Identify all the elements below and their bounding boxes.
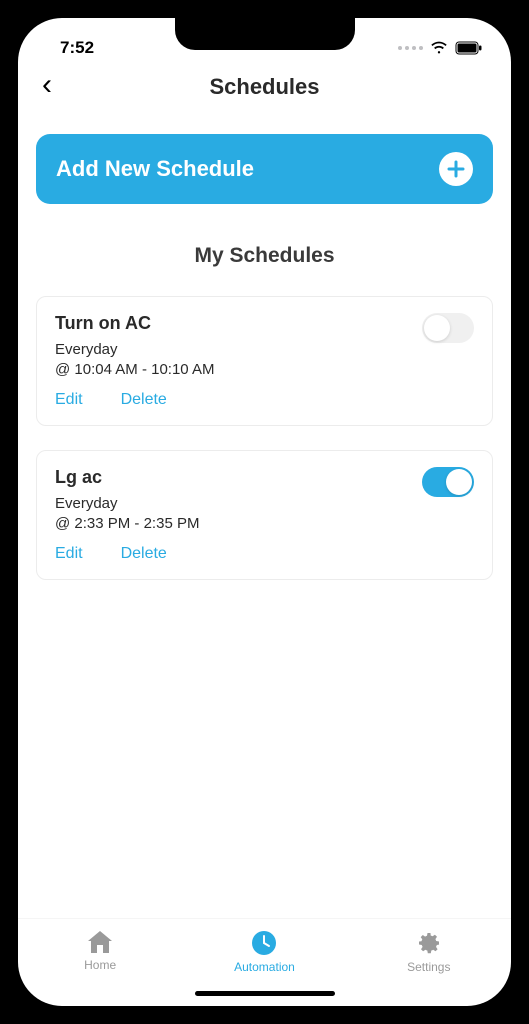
volume-down (0, 345, 2, 415)
status-icons (398, 41, 483, 55)
schedule-time: @ 10:04 AM - 10:10 AM (55, 360, 214, 380)
content-area: Add New Schedule My Schedules Turn on AC… (18, 118, 511, 918)
edit-button[interactable]: Edit (55, 545, 83, 563)
toggle-knob (424, 315, 450, 341)
delete-button[interactable]: Delete (121, 545, 167, 563)
screen: 7:52 ‹ Schedules A (18, 18, 511, 1006)
schedule-card: Turn on AC Everyday @ 10:04 AM - 10:10 A… (36, 296, 493, 426)
tab-label: Automation (234, 960, 295, 974)
schedule-repeat: Everyday (55, 494, 199, 514)
plus-icon (439, 152, 473, 186)
edit-button[interactable]: Edit (55, 391, 83, 409)
add-new-schedule-button[interactable]: Add New Schedule (36, 134, 493, 204)
tab-label: Settings (407, 960, 450, 974)
tab-automation[interactable]: Automation (219, 929, 309, 974)
tab-home[interactable]: Home (55, 929, 145, 972)
section-title: My Schedules (36, 244, 493, 268)
nav-bar: ‹ Schedules (18, 68, 511, 118)
toggle-knob (446, 469, 472, 495)
status-time: 7:52 (60, 38, 94, 58)
tab-settings[interactable]: Settings (384, 929, 474, 974)
schedule-toggle[interactable] (422, 313, 474, 343)
delete-button[interactable]: Delete (121, 391, 167, 409)
schedule-card: Lg ac Everyday @ 2:33 PM - 2:35 PM Edit … (36, 450, 493, 580)
cellular-icon (398, 46, 423, 50)
add-schedule-label: Add New Schedule (56, 156, 254, 182)
gear-icon (415, 929, 443, 957)
schedule-repeat: Everyday (55, 340, 214, 360)
schedule-title: Lg ac (55, 467, 199, 488)
battery-icon (455, 41, 483, 55)
back-button[interactable]: ‹ (42, 68, 52, 102)
home-indicator[interactable] (195, 991, 335, 996)
mute-switch (0, 195, 2, 233)
home-icon (86, 929, 114, 955)
wifi-icon (430, 41, 448, 55)
schedule-title: Turn on AC (55, 313, 214, 334)
phone-frame: 7:52 ‹ Schedules A (0, 0, 529, 1024)
schedule-time: @ 2:33 PM - 2:35 PM (55, 514, 199, 534)
page-title: Schedules (36, 74, 493, 100)
schedule-toggle[interactable] (422, 467, 474, 497)
volume-up (0, 260, 2, 330)
clock-icon (250, 929, 278, 957)
tab-label: Home (84, 958, 116, 972)
notch (175, 18, 355, 50)
